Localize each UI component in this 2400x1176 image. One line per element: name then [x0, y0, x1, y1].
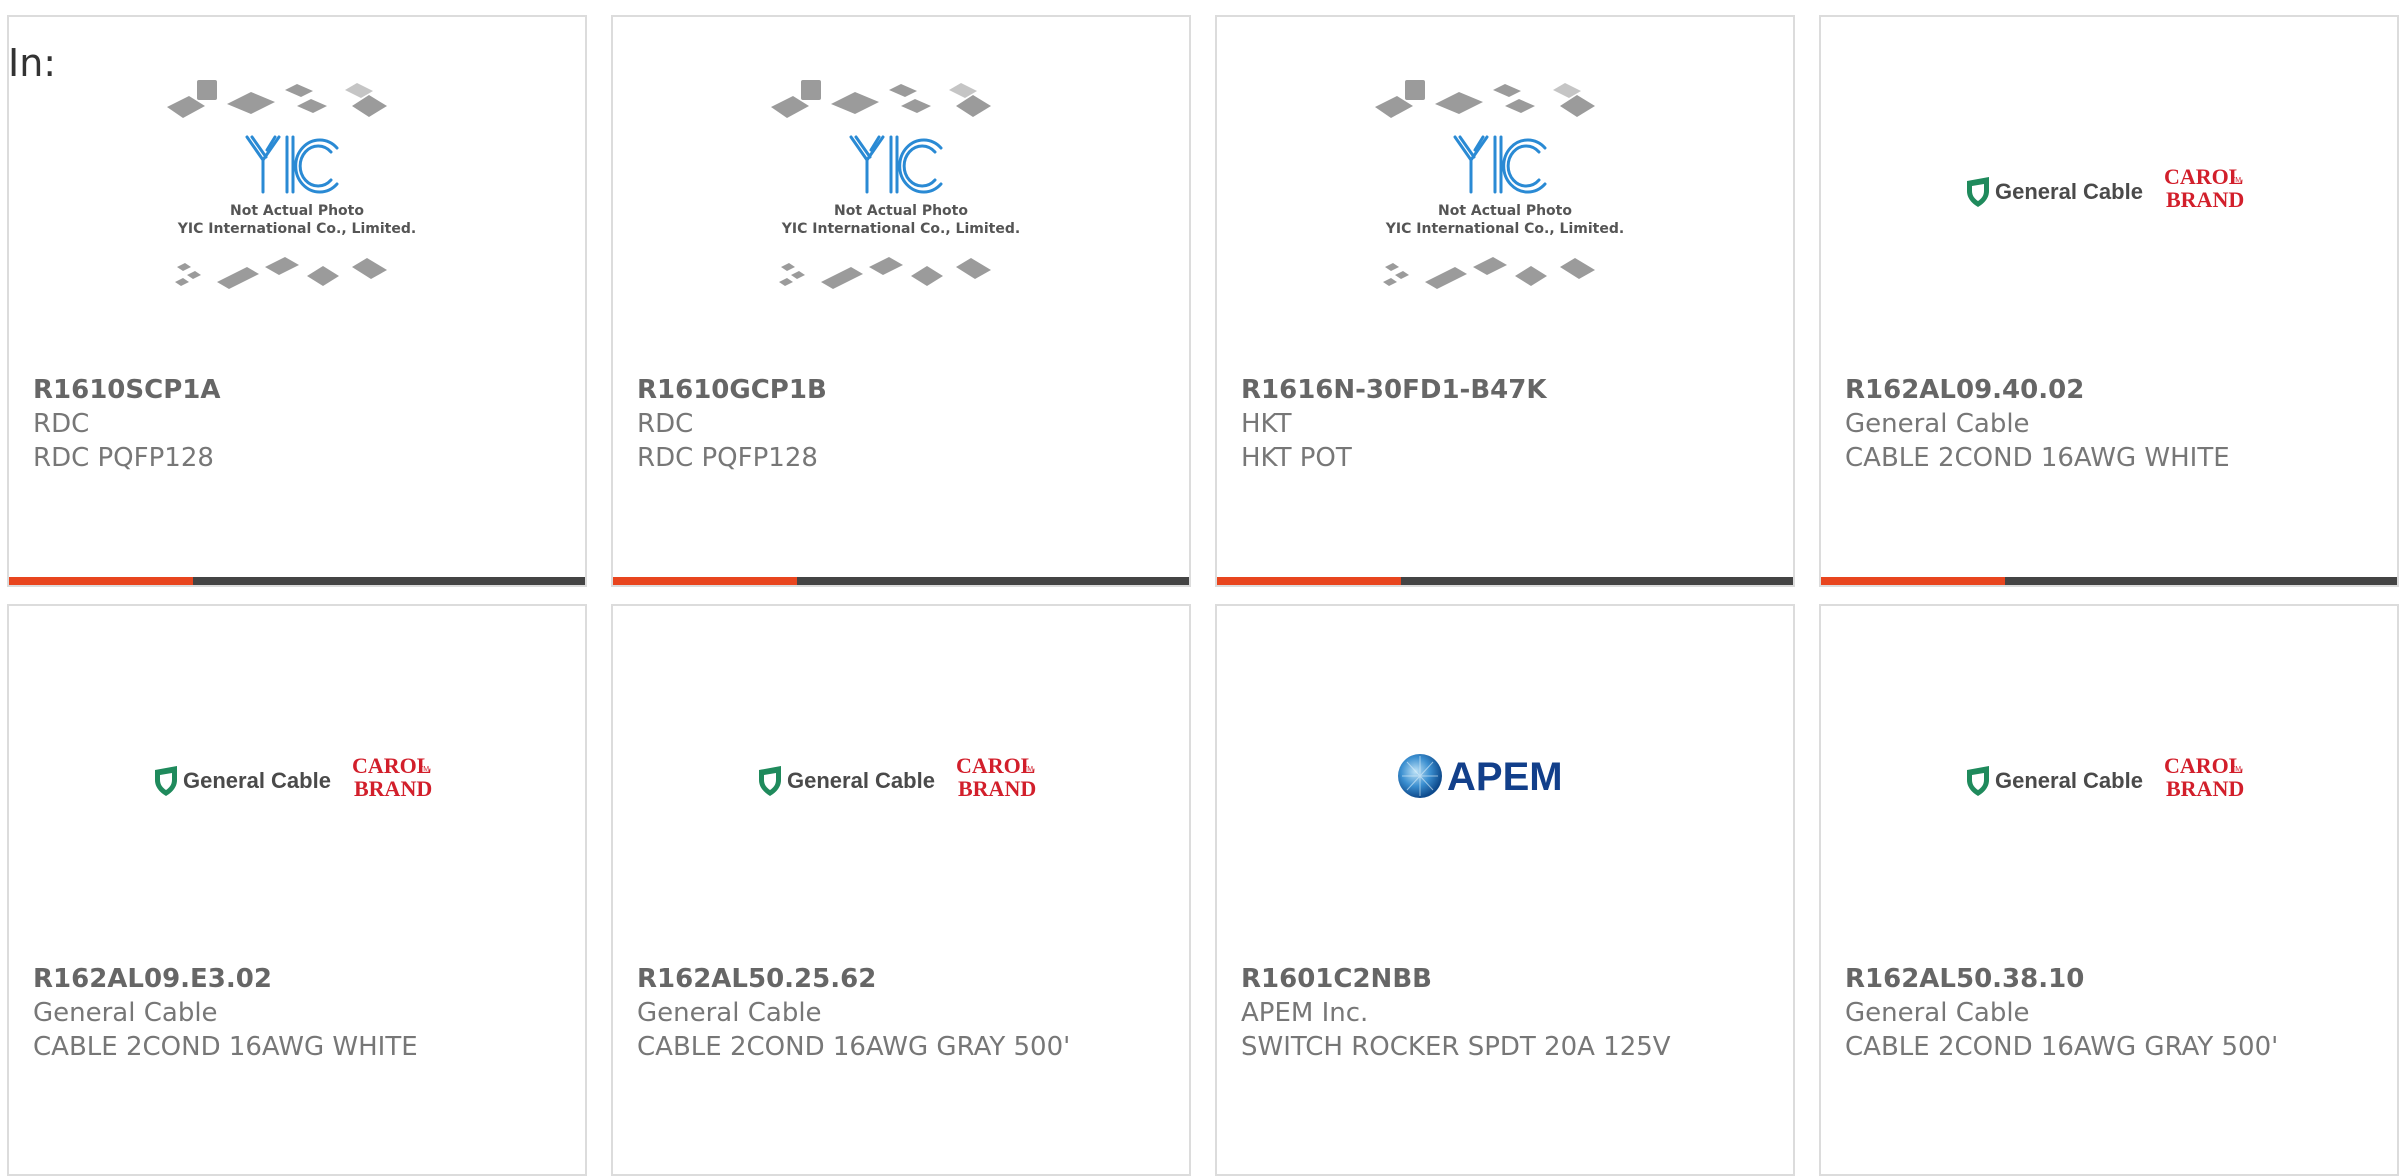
product-card[interactable]: Not Actual Photo YIC International Co., …	[611, 15, 1191, 587]
card-bar	[613, 577, 1189, 585]
svg-text:TM: TM	[419, 766, 429, 773]
card-accent	[1217, 577, 1401, 585]
part-number[interactable]: R162AL09.E3.02	[33, 962, 565, 996]
manufacturer: RDC	[33, 409, 90, 439]
product-image-yic: Not Actual Photo YIC International Co., …	[613, 17, 1189, 357]
product-info: R1610SCP1A RDC RDC PQFP128	[33, 373, 565, 475]
manufacturer: General Cable	[637, 998, 822, 1028]
product-info: R1601C2NBB APEM Inc. SWITCH ROCKER SPDT …	[1241, 962, 1773, 1064]
product-image-general-cable: General Cable CAROL TM BRAND	[1821, 17, 2397, 357]
manufacturer: General Cable	[33, 998, 218, 1028]
description: CABLE 2COND 16AWG GRAY 500'	[637, 1032, 1071, 1062]
product-info: R162AL09.40.02 General Cable CABLE 2COND…	[1845, 373, 2377, 475]
part-number[interactable]: R162AL09.40.02	[1845, 373, 2377, 407]
svg-text:Not Actual Photo: Not Actual Photo	[230, 203, 364, 219]
svg-text:BRAND: BRAND	[2166, 776, 2244, 801]
product-grid: Not Actual Photo YIC International Co., …	[0, 0, 2400, 1176]
description: HKT POT	[1241, 443, 1352, 473]
product-image-general-cable: General Cable CAROL TM BRAND	[1821, 606, 2397, 946]
part-number[interactable]: R162AL50.25.62	[637, 962, 1169, 996]
product-info: R162AL09.E3.02 General Cable CABLE 2COND…	[33, 962, 565, 1064]
product-card[interactable]: Not Actual Photo YIC International Co., …	[7, 15, 587, 587]
part-number[interactable]: R1601C2NBB	[1241, 962, 1773, 996]
part-number[interactable]: R1616N-30FD1-B47K	[1241, 373, 1773, 407]
svg-text:General Cable: General Cable	[787, 768, 935, 793]
manufacturer: HKT	[1241, 409, 1292, 439]
svg-text:BRAND: BRAND	[2166, 187, 2244, 212]
svg-text:TM: TM	[2231, 766, 2241, 773]
product-card[interactable]: General Cable CAROL TM BRAND R162AL09.40…	[1819, 15, 2399, 587]
product-info: R1616N-30FD1-B47K HKT HKT POT	[1241, 373, 1773, 475]
svg-text:TM: TM	[1023, 766, 1033, 773]
svg-text:YIC International Co., Limited: YIC International Co., Limited.	[781, 221, 1020, 237]
svg-text:General Cable: General Cable	[1995, 179, 2143, 204]
svg-text:YIC International Co., Limited: YIC International Co., Limited.	[1385, 221, 1624, 237]
svg-text:Not Actual Photo: Not Actual Photo	[834, 203, 968, 219]
product-image-yic: Not Actual Photo YIC International Co., …	[1217, 17, 1793, 357]
product-info: R1610GCP1B RDC RDC PQFP128	[637, 373, 1169, 475]
card-accent	[9, 577, 193, 585]
manufacturer: General Cable	[1845, 409, 2030, 439]
manufacturer: RDC	[637, 409, 694, 439]
description: CABLE 2COND 16AWG WHITE	[33, 1032, 418, 1062]
manufacturer: APEM Inc.	[1241, 998, 1369, 1028]
part-number[interactable]: R1610SCP1A	[33, 373, 565, 407]
svg-text:YIC International Co., Limited: YIC International Co., Limited.	[177, 221, 416, 237]
product-image-general-cable: General Cable CAROL TM BRAND	[613, 606, 1189, 946]
product-card[interactable]: APEM R1601C2NBB APEM Inc. SWITCH ROCKER …	[1215, 604, 1795, 1176]
product-image-apem: APEM	[1217, 606, 1793, 946]
description: RDC PQFP128	[637, 443, 818, 473]
product-card[interactable]: General Cable CAROL TM BRAND R162AL09.E3…	[7, 604, 587, 1176]
product-info: R162AL50.25.62 General Cable CABLE 2COND…	[637, 962, 1169, 1064]
svg-text:General Cable: General Cable	[183, 768, 331, 793]
svg-text:BRAND: BRAND	[958, 776, 1036, 801]
product-image-general-cable: General Cable CAROL TM BRAND	[9, 606, 585, 946]
in-label: In:	[8, 41, 57, 85]
product-card[interactable]: General Cable CAROL TM BRAND R162AL50.38…	[1819, 604, 2399, 1176]
svg-text:General Cable: General Cable	[1995, 768, 2143, 793]
description: CABLE 2COND 16AWG WHITE	[1845, 443, 2230, 473]
description: SWITCH ROCKER SPDT 20A 125V	[1241, 1032, 1671, 1062]
svg-text:BRAND: BRAND	[354, 776, 432, 801]
card-bar	[1821, 577, 2397, 585]
product-card[interactable]: General Cable CAROL TM BRAND R162AL50.25…	[611, 604, 1191, 1176]
product-image-yic: Not Actual Photo YIC International Co., …	[9, 17, 585, 357]
svg-text:TM: TM	[2231, 177, 2241, 184]
card-bar	[9, 577, 585, 585]
product-card[interactable]: Not Actual Photo YIC International Co., …	[1215, 15, 1795, 587]
card-accent	[613, 577, 797, 585]
part-number[interactable]: R162AL50.38.10	[1845, 962, 2377, 996]
card-bar	[1217, 577, 1793, 585]
svg-text:Not Actual Photo: Not Actual Photo	[1438, 203, 1572, 219]
description: CABLE 2COND 16AWG GRAY 500'	[1845, 1032, 2279, 1062]
description: RDC PQFP128	[33, 443, 214, 473]
manufacturer: General Cable	[1845, 998, 2030, 1028]
product-info: R162AL50.38.10 General Cable CABLE 2COND…	[1845, 962, 2377, 1064]
svg-text:APEM: APEM	[1447, 755, 1563, 799]
card-accent	[1821, 577, 2005, 585]
part-number[interactable]: R1610GCP1B	[637, 373, 1169, 407]
